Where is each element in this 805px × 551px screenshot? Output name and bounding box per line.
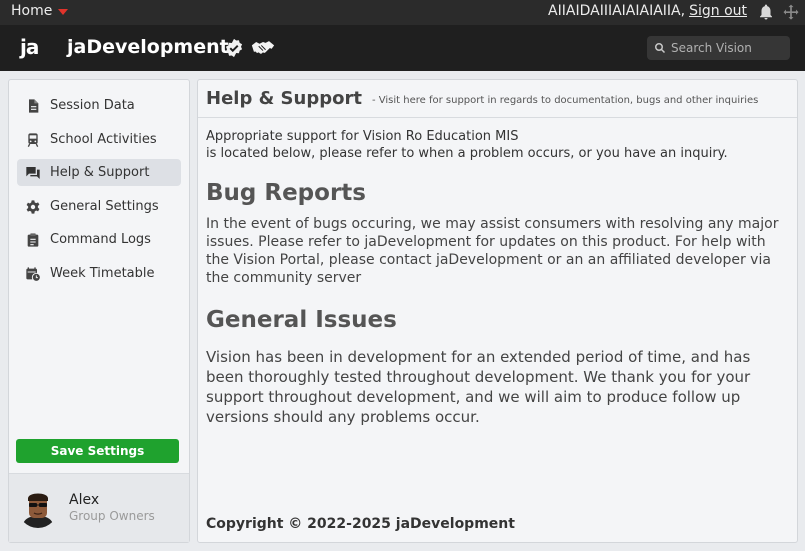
avatar bbox=[18, 488, 58, 528]
top-bar: Home AIIAIDAIIIAIAIAIAIIA, Sign out bbox=[0, 0, 805, 25]
verified-badge-icon bbox=[225, 38, 243, 58]
page-title: Help & Support bbox=[206, 88, 362, 109]
search-box[interactable] bbox=[647, 36, 790, 60]
intro-text: Appropriate support for Vision Ro Educat… bbox=[206, 128, 791, 162]
home-menu[interactable]: Home bbox=[11, 3, 69, 19]
sidebar-item-label: School Activities bbox=[50, 132, 157, 147]
sidebar-item-label: Session Data bbox=[50, 98, 135, 113]
sidebar-item-help-support[interactable]: Help & Support bbox=[17, 159, 181, 186]
sign-out-link[interactable]: Sign out bbox=[689, 3, 747, 19]
username: AIIAIDAIIIAIAIAIAIIA, bbox=[548, 3, 686, 19]
user-area: AIIAIDAIIIAIAIAIAIIA, Sign out bbox=[548, 3, 747, 19]
panel-header: Help & Support - Visit here for support … bbox=[198, 80, 797, 118]
sidebar-item-school-activities[interactable]: School Activities bbox=[17, 126, 181, 153]
sidebar-item-label: Week Timetable bbox=[50, 266, 155, 281]
profile-role: Group Owners bbox=[69, 509, 155, 523]
move-icon[interactable] bbox=[781, 3, 801, 23]
home-label: Home bbox=[11, 3, 53, 19]
sidebar-item-week-timetable[interactable]: Week Timetable bbox=[17, 260, 181, 287]
search-icon bbox=[655, 43, 666, 54]
intro-line-2: is located below, please refer to when a… bbox=[206, 146, 728, 161]
sidebar-item-command-logs[interactable]: Command Logs bbox=[17, 226, 181, 253]
bug-reports-heading: Bug Reports bbox=[206, 180, 366, 206]
clipboard-icon bbox=[27, 232, 39, 247]
bell-icon[interactable] bbox=[757, 3, 775, 21]
train-icon bbox=[27, 132, 39, 147]
sidebar-item-general-settings[interactable]: General Settings bbox=[17, 193, 181, 220]
general-issues-heading: General Issues bbox=[206, 307, 397, 333]
sidebar-item-label: Help & Support bbox=[50, 165, 150, 180]
save-settings-button[interactable]: Save Settings bbox=[16, 439, 179, 463]
user-profile[interactable]: Alex Group Owners bbox=[9, 473, 189, 542]
main-panel: Help & Support - Visit here for support … bbox=[197, 79, 798, 543]
brand-name: jaDevelopment bbox=[67, 36, 229, 58]
chevron-down-icon bbox=[58, 9, 69, 15]
copyright-footer: Copyright © 2022-2025 jaDevelopment bbox=[206, 516, 515, 532]
general-issues-text: Vision has been in development for an ex… bbox=[206, 348, 751, 426]
document-icon bbox=[29, 98, 39, 113]
sidebar: Session Data School Activities Help & Su… bbox=[8, 79, 190, 543]
calendar-clock-icon bbox=[26, 266, 41, 282]
gear-icon bbox=[26, 199, 40, 214]
chat-icon bbox=[26, 166, 40, 179]
sidebar-item-session-data[interactable]: Session Data bbox=[17, 92, 181, 119]
sidebar-item-label: Command Logs bbox=[50, 232, 151, 247]
profile-name: Alex bbox=[69, 492, 100, 508]
logo[interactable]: ja bbox=[20, 35, 39, 59]
handshake-icon bbox=[251, 41, 275, 54]
search-input[interactable] bbox=[671, 41, 781, 55]
sidebar-item-label: General Settings bbox=[50, 199, 159, 214]
bug-reports-text: In the event of bugs occuring, we may as… bbox=[206, 216, 779, 286]
app-header: ja jaDevelopment bbox=[0, 25, 805, 71]
page-subtitle: - Visit here for support in regards to d… bbox=[372, 95, 759, 106]
intro-line-1: Appropriate support for Vision Ro Educat… bbox=[206, 129, 519, 144]
